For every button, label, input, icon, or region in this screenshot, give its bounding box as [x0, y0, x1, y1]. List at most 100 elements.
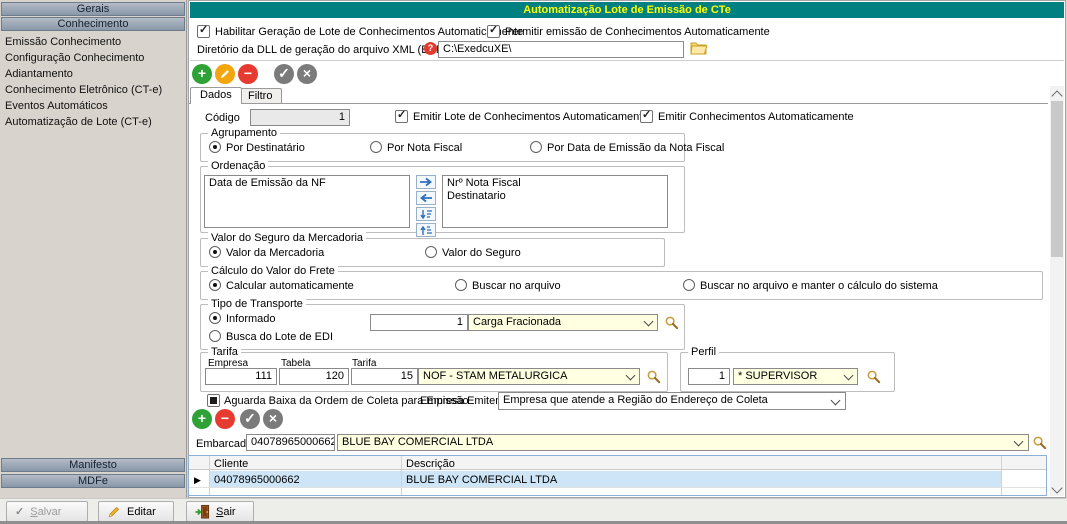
embarcador-add-button[interactable]: + — [192, 409, 212, 429]
embarcador-search-icon[interactable] — [1032, 435, 1048, 451]
radio-buscar-arquivo-manter-label: Buscar no arquivo e manter o cálculo do … — [700, 280, 938, 293]
radio-calcular-automaticamente-label: Calcular automaticamente — [226, 280, 354, 293]
tipo-transporte-code-input[interactable]: 1 — [370, 314, 468, 331]
ordenacao-selected-list[interactable]: Nrº Nota Fiscal Destinatario — [442, 175, 668, 228]
sidebar-item-configuracao-conhecimento[interactable]: Configuração Conhecimento — [5, 52, 144, 64]
move-left-button[interactable] — [416, 191, 436, 205]
sidebar-item-eventos-automaticos[interactable]: Eventos Automáticos — [5, 100, 108, 112]
perfil-search-icon[interactable] — [866, 369, 882, 385]
tarifa-value: NOF - STAM METALURGICA — [423, 370, 567, 382]
add-button[interactable]: + — [192, 64, 212, 84]
radio-calcular-automaticamente[interactable] — [209, 279, 221, 291]
delete-button[interactable]: − — [238, 64, 258, 84]
tipo-transporte-combo[interactable]: Carga Fracionada — [468, 314, 658, 331]
check-icon: ✓ — [199, 24, 208, 37]
perfil-combo[interactable]: * SUPERVISOR — [733, 368, 858, 385]
empresa-emitente-combo[interactable]: Empresa que atende a Região do Endereço … — [498, 392, 846, 410]
table-row[interactable] — [209, 471, 1001, 487]
tarifa-legend: Tarifa — [208, 346, 241, 358]
chevron-down-icon — [844, 371, 854, 381]
radio-busca-lote-edi[interactable] — [209, 330, 221, 342]
sidebar-section-gerais[interactable]: Gerais — [1, 2, 185, 16]
scrollbar-thumb[interactable] — [1051, 101, 1063, 257]
move-right-button[interactable] — [416, 175, 436, 189]
editar-button[interactable]: Editar — [98, 501, 174, 522]
exit-door-icon — [195, 504, 210, 519]
perfil-value: * SUPERVISOR — [738, 370, 817, 382]
embarcador-combo[interactable]: BLUE BAY COMERCIAL LTDA — [337, 434, 1029, 451]
chevron-down-icon — [644, 317, 654, 327]
radio-por-data-emissao[interactable] — [530, 141, 542, 153]
emitir-lote-label: Emitir Lote de Conhecimentos Automaticam… — [413, 111, 648, 124]
perfil-code-input[interactable]: 1 — [688, 368, 730, 385]
radio-por-nota-fiscal[interactable] — [370, 141, 382, 153]
confirm-button[interactable]: ✓ — [274, 64, 294, 84]
tarifa-search-icon[interactable] — [646, 369, 662, 385]
column-header-descricao[interactable]: Descrição — [406, 457, 455, 471]
aguarda-baixa-checkbox[interactable] — [207, 394, 220, 407]
radio-valor-mercadoria-label: Valor da Mercadoria — [226, 247, 324, 260]
tab-dados[interactable]: Dados — [190, 87, 242, 104]
salvar-label: Salvar — [30, 506, 61, 518]
folder-browse-icon[interactable] — [690, 40, 708, 56]
tipo-transporte-legend: Tipo de Transporte — [208, 298, 306, 310]
dll-directory-input[interactable]: C:\ExedcuXE\ — [438, 41, 684, 58]
radio-informado[interactable] — [209, 312, 221, 324]
embarcador-cancel-button[interactable]: × — [263, 409, 283, 429]
edit-button[interactable] — [215, 64, 235, 84]
radio-por-destinatario[interactable] — [209, 141, 221, 153]
list-item[interactable]: Data de Emissão da NF — [205, 177, 409, 190]
sidebar-section-mdfe[interactable]: MDFe — [1, 474, 185, 488]
cell-descricao[interactable]: BLUE BAY COMERCIAL LTDA — [406, 473, 557, 487]
sidebar-item-automatizacao-lote[interactable]: Automatização de Lote (CT-e) — [5, 116, 152, 128]
radio-valor-mercadoria[interactable] — [209, 246, 221, 258]
ordenacao-available-list[interactable]: Data de Emissão da NF — [204, 175, 410, 228]
tarifa-combo[interactable]: NOF - STAM METALURGICA — [418, 368, 640, 385]
permitir-emissao-checkbox[interactable]: ✓ — [487, 25, 500, 38]
sort-descending-icon — [420, 209, 432, 220]
grid-header — [189, 456, 1046, 470]
column-header-cliente[interactable]: Cliente — [214, 457, 248, 471]
save-check-icon: ✓ — [15, 505, 24, 518]
tab-divider — [188, 103, 1048, 104]
sidebar-section-conhecimento[interactable]: Conhecimento — [1, 17, 185, 31]
list-item[interactable]: Destinatario — [443, 190, 667, 203]
tarifa-tarifa-input[interactable]: 15 — [351, 368, 418, 385]
cancel-button[interactable]: × — [297, 64, 317, 84]
tarifa-tabela-input[interactable]: 120 — [279, 368, 349, 385]
sidebar: Gerais Conhecimento Emissão Conhecimento… — [0, 0, 187, 498]
sort-up-button[interactable] — [416, 223, 436, 237]
radio-por-nota-fiscal-label: Por Nota Fiscal — [387, 142, 462, 155]
sidebar-item-emissao-conhecimento[interactable]: Emissão Conhecimento — [5, 36, 121, 48]
list-item[interactable]: Nrº Nota Fiscal — [443, 177, 667, 190]
tarifa-empresa-input[interactable]: 111 — [205, 368, 277, 385]
cell-cliente[interactable]: 04078965000662 — [214, 473, 300, 487]
habilitar-geracao-checkbox[interactable]: ✓ — [197, 25, 210, 38]
radio-buscar-arquivo-manter[interactable] — [683, 279, 695, 291]
embarcador-confirm-button[interactable]: ✓ — [240, 409, 260, 429]
check-icon: ✓ — [489, 24, 498, 37]
permitir-emissao-label: Permitir emissão de Conhecimentos Automa… — [505, 26, 770, 39]
codigo-input[interactable]: 1 — [250, 109, 350, 126]
emitir-conhecimentos-checkbox[interactable]: ✓ — [640, 110, 653, 123]
radio-informado-label: Informado — [226, 313, 276, 326]
sidebar-item-adiantamento[interactable]: Adiantamento — [5, 68, 73, 80]
editar-label: Editar — [127, 506, 156, 518]
perfil-legend: Perfil — [688, 346, 719, 358]
habilitar-geracao-label: Habilitar Geração de Lote de Conheciment… — [215, 26, 523, 39]
tab-filtro[interactable]: Filtro — [238, 88, 282, 104]
sort-down-button[interactable] — [416, 207, 436, 221]
tipo-transporte-search-icon[interactable] — [664, 315, 680, 331]
help-icon[interactable]: ? — [424, 42, 437, 55]
page-title: Automatização Lote de Emissão de CTe — [190, 2, 1064, 18]
sidebar-item-conhecimento-eletronico[interactable]: Conhecimento Eletrônico (CT-e) — [5, 84, 162, 96]
embarcador-code-input[interactable]: 04078965000662 — [246, 434, 335, 451]
sair-button[interactable]: Sair — [186, 501, 254, 522]
emitir-lote-checkbox[interactable]: ✓ — [395, 110, 408, 123]
arrow-right-icon — [419, 177, 433, 187]
radio-valor-seguro[interactable] — [425, 246, 437, 258]
radio-buscar-arquivo[interactable] — [455, 279, 467, 291]
salvar-button[interactable]: ✓ Salvar — [6, 501, 88, 522]
sidebar-section-manifesto[interactable]: Manifesto — [1, 458, 185, 472]
embarcador-delete-button[interactable]: − — [215, 409, 235, 429]
